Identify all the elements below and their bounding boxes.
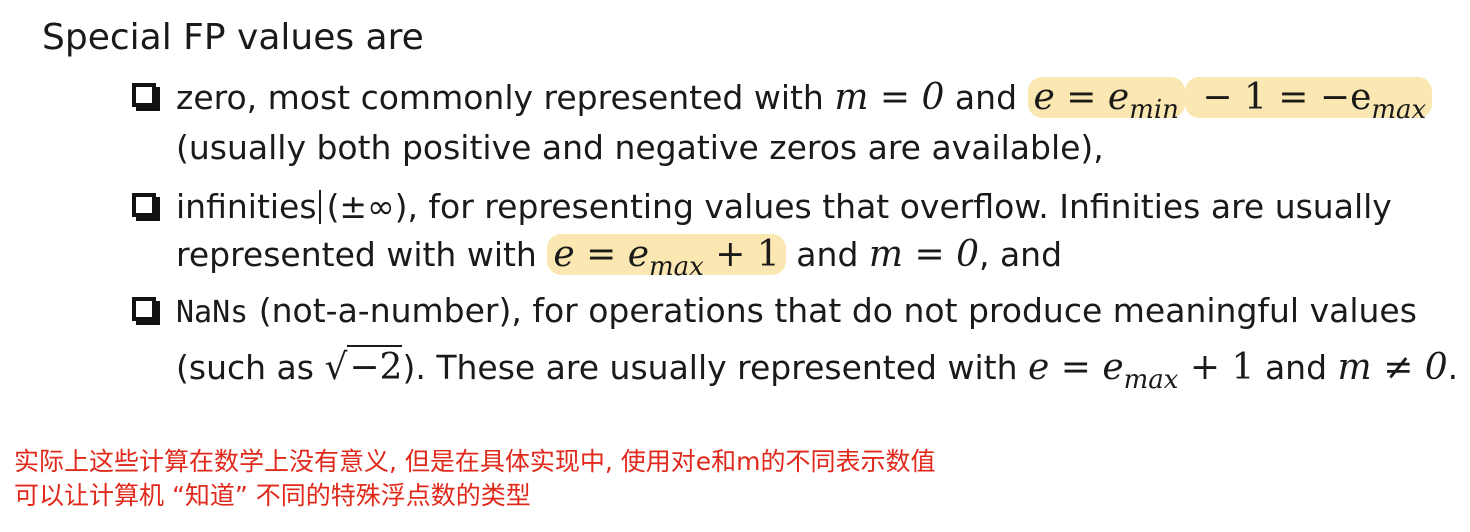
math-expression: e = e — [553, 234, 650, 275]
slide-heading: Special FP values are — [42, 17, 424, 58]
checkbox-bullet-icon — [132, 83, 156, 107]
math-expression: + 1 — [703, 234, 780, 275]
annotation-note-line2: 可以让计算机 “知道” 不同的特殊浮点数的类型 — [14, 481, 531, 510]
math-expression: m ≠ 0 — [1337, 347, 1448, 388]
checkbox-bullet-icon — [132, 193, 156, 217]
bullet-text: . — [1447, 348, 1459, 387]
math-subscript: max — [1371, 95, 1427, 125]
math-subscript: min — [1129, 95, 1179, 125]
sqrt-radicand: −2 — [347, 345, 403, 388]
math-expression: e = e — [1033, 77, 1130, 118]
bullet-nans-line1: NaNs (not-a-number), for operations that… — [176, 287, 1417, 337]
math-expression: e = emax + 1 — [1027, 347, 1255, 395]
bullet-text: represented with with — [176, 235, 548, 274]
math-expression: m = 0 — [834, 77, 945, 118]
sqrt-expression: √−2 — [324, 345, 403, 388]
bullet-zero-line2: (usually both positive and negative zero… — [176, 128, 1104, 167]
checkbox-bullet-icon — [132, 297, 156, 321]
bullet-text: and — [944, 78, 1028, 117]
bullet-infinities-line2: represented with with e = emax + 1 and m… — [176, 231, 1062, 291]
annotation-note-line1: 实际上这些计算在数学上没有意义, 但是在具体实现中, 使用对e和m的不同表示数值 — [14, 447, 936, 476]
math-expression-part: e = e — [1027, 347, 1124, 388]
math-subscript: max — [649, 252, 704, 282]
highlighted-math: − 1 = −emax — [1184, 77, 1433, 125]
bullet-text: (±∞), for representing values that overf… — [326, 187, 1392, 226]
bullet-text: (not-a-number), for operations that do n… — [248, 291, 1417, 330]
bullet-text: and — [785, 235, 869, 274]
text-cursor-icon — [318, 190, 321, 224]
bullet-infinities-line1: infinities (±∞), for representing values … — [176, 183, 1392, 231]
math-expression: m = 0 — [868, 234, 979, 275]
highlighted-math: e = emin — [1027, 77, 1185, 125]
bullet-text: , and — [978, 235, 1063, 274]
bullet-nans-line2: (such as √−2). These are usually represe… — [176, 344, 1458, 404]
math-expression: − 1 = −e — [1190, 77, 1372, 118]
sqrt-symbol: √ — [324, 347, 348, 388]
bullet-text: zero, most commonly represented with — [176, 78, 835, 117]
bullet-text: ). These are usually represented with — [402, 348, 1028, 387]
bullet-text: (such as — [176, 348, 325, 387]
math-expression-part: + 1 — [1178, 347, 1255, 388]
code-text: NaNs — [176, 295, 249, 330]
bullet-text: and — [1254, 348, 1338, 387]
bullet-text: infinities — [176, 187, 317, 226]
highlighted-math: e = emax + 1 — [547, 234, 786, 282]
math-subscript: max — [1123, 365, 1179, 395]
